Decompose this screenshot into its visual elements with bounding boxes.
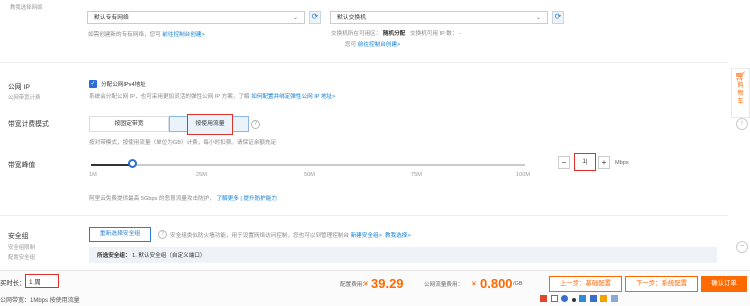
- cart-label: 购物车: [737, 83, 744, 105]
- public-ip-label: 公网 IP: [8, 84, 30, 91]
- slider-tick: 25M: [196, 172, 207, 178]
- shirt-icon: [600, 295, 608, 302]
- vswitch-hint-text: 您可: [345, 42, 357, 48]
- refresh-vswitch-icon[interactable]: ⟳: [552, 11, 564, 24]
- security-desc: 安全组类似防火墙功能，用于设置网络访问控制，您也可以到管理控制台 新建安全组> …: [170, 231, 411, 239]
- vswitch-info: 交换机所在可用区： 随机分配 交换机可用 IP 数： -: [331, 29, 461, 37]
- scroll-top-icon[interactable]: ↑: [736, 118, 748, 130]
- vswitch-hint: 您可 前往控制台创建>: [345, 40, 400, 48]
- traffic-currency: ¥: [472, 281, 476, 288]
- security-label: 安全组: [8, 233, 29, 240]
- vpc-hint: 如需创建新的专有网络，您可 前往控制台创建>: [88, 30, 205, 38]
- security-sublabel-1: 安全组限制: [8, 245, 35, 251]
- billing-label: 带宽计费模式: [8, 121, 49, 128]
- bandwidth-label: 带宽峰值: [8, 162, 36, 169]
- public-ip-checkbox-label: 分配公网IPv4地址: [101, 82, 146, 88]
- slider-tick: 100M: [516, 172, 530, 178]
- shopping-cart-button[interactable]: 🛒︎ 购物车: [731, 68, 750, 118]
- slider-tick: 50M: [304, 172, 315, 178]
- bandwidth-minus-button[interactable]: −: [558, 156, 570, 169]
- duration-label: 买时长：: [0, 280, 26, 287]
- ip-count-label: 交换机可用 IP 数：: [409, 31, 458, 37]
- divider: [0, 62, 728, 63]
- bandwidth-summary: 公网带宽：1Mbps 按使用流量: [0, 298, 80, 304]
- moon-icon: [561, 295, 569, 302]
- vpc-select[interactable]: 默认专有网络 ⌄: [87, 11, 305, 24]
- duration-select[interactable]: 1 周: [25, 274, 59, 288]
- vpc-hint-text: 如需创建新的专有网络，您可: [88, 32, 161, 38]
- next-step-button[interactable]: 下一步：系统配置: [625, 276, 698, 292]
- collapse-icon[interactable]: −: [736, 241, 748, 253]
- toolbar-icons: [540, 295, 620, 304]
- vswitch-select-value: 默认交换机: [337, 15, 366, 21]
- chevron-down-icon: ⌄: [535, 15, 541, 21]
- zone-label: 交换机所在可用区：: [331, 31, 382, 37]
- dot-icon: [571, 298, 576, 302]
- public-ip-desc: 系统会分配公网 IP，也可采用更加灵活的弹性公网 IP 方案，了解 如何配置并绑…: [89, 92, 335, 100]
- selected-security-label: 所选安全组：: [97, 253, 131, 259]
- security-help-link[interactable]: 教我选择>: [385, 233, 411, 239]
- public-ip-desc-text: 系统会分配公网 IP，也可采用更加灵活的弹性公网 IP 方案，了解: [89, 94, 250, 100]
- duration-value: 1 周: [29, 279, 41, 286]
- sogou-icon: [540, 295, 547, 302]
- vpc-create-link[interactable]: 前往控制台创建>: [162, 32, 204, 38]
- slider-tick: 1M: [89, 172, 97, 178]
- prev-step-button[interactable]: 上一步：基础配置: [549, 276, 622, 292]
- vpc-select-value: 默认专有网络: [94, 15, 129, 21]
- security-desc-text: 安全组类似防火墙功能，用于设置网络访问控制，您也可以到管理控制台: [170, 233, 350, 239]
- public-ip-checkbox[interactable]: ✓: [89, 80, 97, 88]
- billing-traffic-option[interactable]: 按使用流量: [169, 114, 249, 135]
- chinese-input-icon: [550, 295, 558, 302]
- billing-fixed-option[interactable]: 按固定带宽: [89, 116, 169, 132]
- divider: [0, 215, 728, 216]
- cart-icon: 🛒︎: [734, 71, 747, 81]
- confirm-order-button[interactable]: 确认订单: [701, 276, 747, 292]
- help-icon[interactable]: ?: [158, 230, 167, 239]
- public-ip-sublabel: 公网带宽计费: [8, 95, 41, 101]
- security-sublabel-2: 配置安全组: [8, 255, 35, 261]
- create-security-group-link[interactable]: 新建安全组>: [351, 233, 382, 239]
- bandwidth-slider-fill: [91, 164, 131, 166]
- traffic-fee-label: 公网流量费用：: [424, 282, 464, 288]
- selected-security-value: 1. 默认安全组（自定义端口）: [132, 253, 206, 259]
- traffic-fee: 0.800: [480, 276, 513, 291]
- reselect-security-group-button[interactable]: 重新选择安全组: [89, 227, 151, 242]
- refresh-vpc-icon[interactable]: ⟳: [309, 11, 321, 24]
- billing-traffic-label: 按使用流量: [187, 114, 233, 135]
- bandwidth-slider-handle[interactable]: [128, 159, 137, 168]
- eip-config-link[interactable]: 如何配置并绑定弹性公网 IP 地址>: [251, 94, 335, 100]
- vswitch-create-link[interactable]: 前往控制台创建>: [358, 42, 400, 48]
- ip-count-value: -: [459, 31, 461, 37]
- bandwidth-plus-button[interactable]: +: [598, 156, 610, 169]
- user-icon: [589, 295, 597, 302]
- slider-tick: 75M: [411, 172, 422, 178]
- help-icon[interactable]: ?: [251, 120, 260, 129]
- billing-desc: 按对带模式，按使用流量（单位为GB）计费，每小时扣费。请保证余额充足: [89, 140, 277, 146]
- network-label: 教我选择网络: [10, 5, 43, 11]
- traffic-unit: /GB: [513, 281, 523, 287]
- chevron-down-icon: ⌄: [292, 15, 298, 21]
- bandwidth-input[interactable]: 1|: [574, 153, 596, 171]
- zone-value: 随机分配: [382, 31, 406, 37]
- bandwidth-desc-text: 阿里云免费提供最高 5Gbps 的恶意流量攻击防护，: [89, 196, 215, 202]
- vswitch-select[interactable]: 默认交换机 ⌄: [330, 11, 548, 24]
- bandwidth-unit: Mbps: [615, 160, 629, 166]
- config-fee: 39.29: [371, 276, 404, 291]
- ddos-learn-more-link[interactable]: 了解更多 | 提升防护能力: [216, 196, 277, 202]
- bandwidth-desc: 阿里云免费提供最高 5Gbps 的恶意流量攻击防护， 了解更多 | 提升防护能力: [89, 194, 277, 202]
- keyboard-icon: [579, 295, 587, 302]
- selected-security-group-bar: 所选安全组： 1. 默认安全组（自定义端口）: [89, 247, 717, 263]
- bandwidth-slider-track[interactable]: [91, 164, 525, 166]
- grid-icon: [610, 295, 618, 302]
- config-currency: ¥: [364, 281, 368, 288]
- order-footer: 买时长： 1 周 公网带宽：1Mbps 按使用流量 配置费用： ¥ 39.29 …: [0, 270, 750, 306]
